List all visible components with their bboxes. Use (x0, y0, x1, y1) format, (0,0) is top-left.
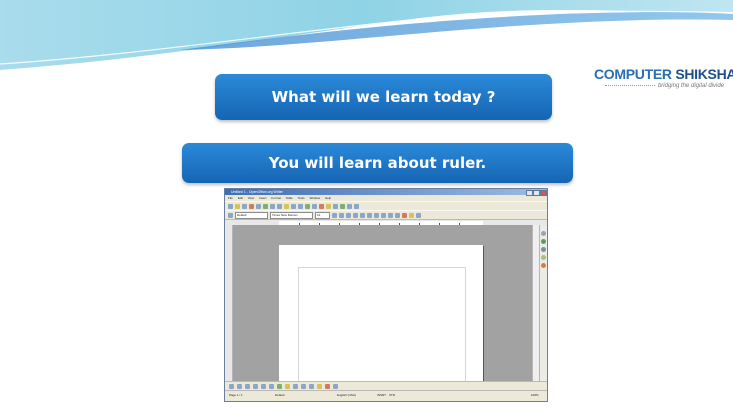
justify-icon (374, 212, 379, 218)
redo-icon (298, 203, 303, 209)
underline-icon (346, 212, 351, 218)
highlight-icon (409, 212, 414, 218)
copy-icon (277, 203, 282, 209)
select-icon (229, 383, 234, 389)
basic-shapes-icon (277, 383, 282, 389)
open-icon (235, 203, 240, 209)
cut-icon (270, 203, 275, 209)
vertical-ruler (225, 225, 233, 381)
gallery-icon (340, 203, 345, 209)
computer-shiksha-logo: COMPUTER SHIKSHA bridging the digital di… (594, 66, 733, 89)
italic-icon (339, 212, 344, 218)
logo-name-part2: SHIKSHA (675, 66, 733, 82)
menu-view: View (247, 196, 255, 200)
paragraph-style-select: Default (235, 211, 268, 219)
menu-file: File (228, 196, 233, 200)
logo-tagline: bridging the digital divide (594, 83, 724, 89)
document-page (279, 245, 483, 382)
window-title: Untitled 1 - OpenOffice.org Writer (231, 190, 283, 194)
font-color-icon (402, 212, 407, 218)
standard-toolbar (225, 201, 547, 210)
status-style: Default (275, 393, 285, 397)
font-name-select: Times New Roman (270, 211, 313, 219)
properties-icon (541, 231, 546, 236)
logo-name-part1: COMPUTER (594, 66, 672, 82)
font-size-select: 12 (315, 211, 330, 219)
zoom-icon (347, 203, 352, 209)
pdf-icon (249, 203, 254, 209)
fontwork-icon (325, 383, 330, 389)
maximize-icon (533, 190, 540, 196)
close-icon (540, 190, 547, 196)
rectangle-icon (245, 383, 250, 389)
status-language: English (USA) (337, 393, 356, 397)
align-left-icon (353, 212, 358, 218)
find-icon (326, 203, 331, 209)
text-boundaries (298, 267, 466, 382)
window-titlebar: Untitled 1 - OpenOffice.org Writer (225, 189, 547, 196)
status-selection: STD (389, 393, 395, 397)
stars-icon (317, 383, 322, 389)
text-icon (269, 383, 274, 389)
question-heading: What will we learn today ? (215, 74, 552, 120)
callouts-icon (309, 383, 314, 389)
document-workspace (225, 225, 532, 382)
hyperlink-icon (305, 203, 310, 209)
styles-icon (228, 212, 233, 218)
navigator-icon (333, 203, 338, 209)
gallery-panel-icon (541, 247, 546, 252)
draw-icon (319, 203, 324, 209)
drawing-toolbar (225, 381, 547, 390)
new-icon (228, 203, 233, 209)
align-center-icon (360, 212, 365, 218)
formatting-toolbar: Default Times New Roman 12 (225, 210, 547, 219)
status-zoom: 100% (531, 393, 539, 397)
status-page: Page 1 / 1 (229, 393, 243, 397)
extrusion-icon (333, 383, 338, 389)
menu-edit: Edit (237, 196, 243, 200)
functions-panel-icon (541, 263, 546, 268)
styles-panel-icon (541, 239, 546, 244)
table-icon (312, 203, 317, 209)
menu-table: Table (285, 196, 293, 200)
spellcheck-icon (263, 203, 268, 209)
line-icon (237, 383, 242, 389)
logo-wordmark: COMPUTER SHIKSHA (594, 66, 733, 82)
menu-window: Window (309, 196, 321, 200)
status-mode: INSRT (377, 393, 386, 397)
answer-heading: You will learn about ruler. (182, 143, 573, 183)
align-right-icon (367, 212, 372, 218)
menu-format: Format (271, 196, 281, 200)
print-icon (256, 203, 261, 209)
help-icon (354, 203, 359, 209)
side-panel (539, 225, 547, 381)
block-arrows-icon (293, 383, 298, 389)
save-icon (242, 203, 247, 209)
menu-help: Help (324, 196, 332, 200)
numbering-icon (381, 212, 386, 218)
background-color-icon (416, 212, 421, 218)
flowchart-icon (301, 383, 306, 389)
bold-icon (332, 212, 337, 218)
menu-insert: Insert (259, 196, 267, 200)
navigator-panel-icon (541, 255, 546, 260)
freeform-icon (261, 383, 266, 389)
undo-icon (291, 203, 296, 209)
symbol-shapes-icon (285, 383, 290, 389)
status-bar: Page 1 / 1 Default English (USA) INSRT S… (225, 390, 547, 401)
paste-icon (284, 203, 289, 209)
ellipse-icon (253, 383, 258, 389)
writer-screenshot: Untitled 1 - OpenOffice.org Writer File … (224, 188, 548, 402)
bullets-icon (388, 212, 393, 218)
menu-tools: Tools (297, 196, 305, 200)
indent-icon (395, 212, 400, 218)
minimize-icon (526, 190, 533, 196)
